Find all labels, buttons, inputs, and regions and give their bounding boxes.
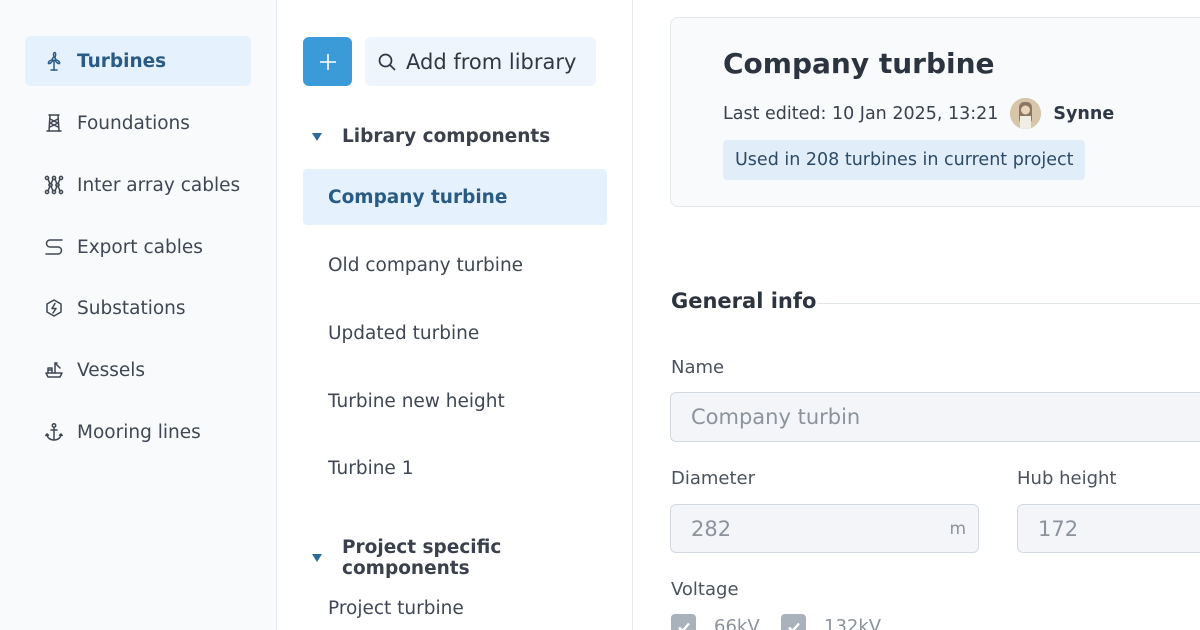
caret-down-icon bbox=[312, 132, 322, 141]
sidebar-item-label: Substations bbox=[77, 297, 186, 319]
sidebar-item-turbines[interactable]: Turbines bbox=[25, 36, 251, 86]
last-edited-text: Last edited: 10 Jan 2025, 13:21 bbox=[723, 103, 999, 124]
voltage-option-66kv[interactable]: 66kV bbox=[671, 614, 760, 630]
list-item[interactable]: Turbine new height bbox=[303, 373, 607, 429]
diameter-label: Diameter bbox=[671, 468, 756, 489]
list-item[interactable]: Old company turbine bbox=[303, 237, 607, 293]
sidebar-item-foundations[interactable]: Foundations bbox=[25, 98, 251, 148]
diameter-unit: m bbox=[949, 519, 966, 539]
list-item[interactable]: Updated turbine bbox=[303, 305, 607, 361]
list-item-label: Turbine new height bbox=[328, 390, 505, 412]
network-icon bbox=[43, 174, 65, 196]
list-item-label: Turbine 1 bbox=[328, 457, 414, 479]
hub-height-field[interactable]: 172 bbox=[1017, 504, 1200, 553]
section-title: General info bbox=[671, 289, 817, 313]
usage-badge: Used in 208 turbines in current project bbox=[723, 140, 1086, 180]
add-from-library-label: Add from library bbox=[406, 49, 577, 74]
check-icon bbox=[677, 622, 690, 630]
list-item[interactable]: Turbine 1 bbox=[303, 440, 607, 496]
substation-icon bbox=[43, 297, 65, 319]
turbine-icon bbox=[43, 50, 65, 72]
voltage-label: Voltage bbox=[671, 579, 739, 600]
sidebar-item-label: Mooring lines bbox=[77, 421, 201, 443]
list-item[interactable]: Project turbine bbox=[303, 580, 607, 630]
component-header-card: Company turbine Last edited: 10 Jan 2025… bbox=[670, 17, 1200, 207]
sidebar-item-substations[interactable]: Substations bbox=[25, 283, 251, 333]
hub-height-value: 172 bbox=[1038, 516, 1079, 541]
list-item-label: Updated turbine bbox=[328, 322, 480, 344]
checkbox[interactable] bbox=[671, 614, 696, 630]
page-title: Company turbine bbox=[723, 47, 995, 80]
group-label: Library components bbox=[342, 126, 551, 147]
vessel-icon bbox=[43, 359, 65, 381]
list-item-label: Old company turbine bbox=[328, 254, 524, 276]
name-value: Company turbin bbox=[691, 405, 861, 429]
anchor-icon bbox=[43, 421, 65, 443]
sidebar-item-export-cables[interactable]: Export cables bbox=[25, 222, 251, 272]
plus-icon bbox=[319, 53, 336, 70]
add-from-library-button[interactable]: Add from library bbox=[365, 37, 596, 86]
group-label: Project specific components bbox=[342, 537, 502, 579]
avatar bbox=[1010, 98, 1042, 129]
list-item-label: Project turbine bbox=[328, 597, 464, 619]
sidebar-item-label: Turbines bbox=[77, 50, 167, 72]
last-edited-info: Last edited: 10 Jan 2025, 13:21 Synne bbox=[723, 98, 1114, 129]
voltage-option-132kv[interactable]: 132kV bbox=[781, 614, 881, 630]
search-icon bbox=[378, 53, 396, 71]
user-name: Synne bbox=[1053, 103, 1115, 124]
list-item-label: Company turbine bbox=[328, 186, 508, 208]
name-field[interactable]: Company turbin bbox=[670, 392, 1200, 442]
component-list: Add from library Library components Comp… bbox=[278, 0, 633, 630]
sidebar-item-inter-array-cables[interactable]: Inter array cables bbox=[25, 160, 251, 210]
list-item[interactable]: Company turbine bbox=[303, 169, 607, 225]
hub-height-label: Hub height bbox=[1017, 468, 1117, 489]
check-icon bbox=[787, 622, 800, 630]
section-divider bbox=[818, 303, 1200, 304]
voltage-option-label: 66kV bbox=[714, 616, 760, 630]
sidebar-item-label: Vessels bbox=[77, 359, 146, 381]
sidebar-item-label: Foundations bbox=[77, 112, 190, 134]
caret-down-icon bbox=[312, 554, 322, 562]
checkbox[interactable] bbox=[781, 614, 806, 630]
name-label: Name bbox=[671, 357, 725, 378]
group-header-library[interactable]: Library components bbox=[312, 126, 550, 147]
voltage-option-label: 132kV bbox=[824, 616, 882, 630]
sidebar: Turbines Foundations Inter array cables … bbox=[0, 0, 277, 630]
sidebar-item-mooring-lines[interactable]: Mooring lines bbox=[25, 407, 251, 457]
group-header-project[interactable]: Project specific components bbox=[312, 537, 632, 579]
cable-icon bbox=[43, 236, 65, 258]
diameter-field[interactable]: 282 m bbox=[670, 504, 979, 553]
sidebar-item-label: Export cables bbox=[77, 236, 203, 258]
add-button[interactable] bbox=[303, 37, 352, 86]
sidebar-item-vessels[interactable]: Vessels bbox=[25, 345, 251, 395]
sidebar-item-label: Inter array cables bbox=[77, 174, 241, 196]
diameter-value: 282 bbox=[691, 516, 732, 541]
foundation-icon bbox=[43, 112, 65, 134]
